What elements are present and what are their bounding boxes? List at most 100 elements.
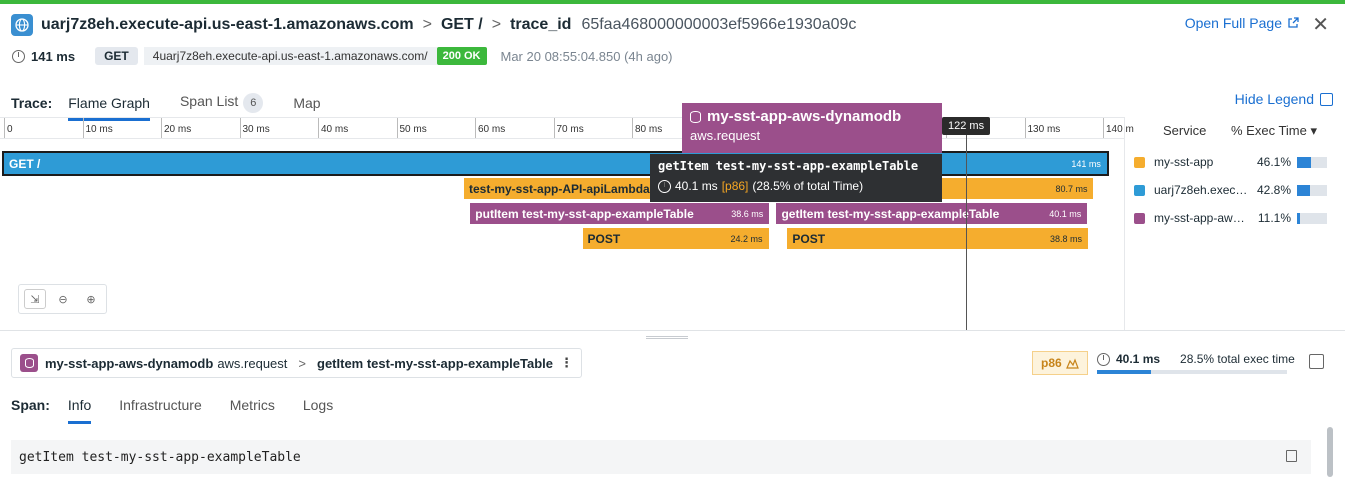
- clock-icon: [658, 179, 671, 193]
- external-link-icon: [1288, 17, 1299, 28]
- timeline-tick: 10 ms: [82, 118, 113, 138]
- span-tabs: Span: Info Infrastructure Metrics Logs: [11, 397, 361, 424]
- tooltip-share: (28.5% of total Time): [752, 179, 864, 193]
- timeline-tick: 130 ms: [1024, 118, 1060, 138]
- exec-time-bar: [1097, 370, 1287, 374]
- flame-span-label: GET /: [9, 156, 41, 171]
- chevron-right-icon: >: [422, 16, 432, 33]
- collapse-panel-icon[interactable]: [1309, 354, 1324, 369]
- legend-exec-pct: 46.1%: [1256, 155, 1291, 169]
- flame-span-duration: 24.2 ms: [726, 233, 763, 244]
- status-badge: 200 OK: [436, 47, 487, 65]
- legend-panel: Service % Exec Time ▾ my-sst-app 46.1% uar…: [1124, 117, 1345, 330]
- tab-map[interactable]: Map: [293, 90, 320, 116]
- clock-icon: [1097, 352, 1110, 366]
- chevron-right-icon: >: [491, 16, 502, 33]
- timeline-tick: 0: [4, 118, 13, 138]
- time-cursor-label: 122 ms: [942, 117, 991, 135]
- clock-icon: [12, 49, 25, 63]
- percentile-badge[interactable]: p86: [1032, 351, 1088, 375]
- flame-span[interactable]: getItem test-my-sst-app-exampleTable 40.1…: [776, 203, 1088, 224]
- legend-item[interactable]: uarj7z8eh.execute-api.us-east-1.amazonaw…: [1134, 180, 1340, 200]
- timeline-tick: 40 ms: [318, 118, 348, 138]
- detail-resource: getItem test-my-sst-app-exampleTable: [317, 355, 553, 371]
- legend-swatch: [1134, 156, 1145, 168]
- tooltip-service: my-sst-app-aws-dynamodb: [707, 108, 902, 125]
- copy-icon[interactable]: [1286, 450, 1297, 462]
- service-host[interactable]: uarj7z8eh.execute-api.us-east-1.amazonaw…: [41, 16, 414, 34]
- fit-view-button[interactable]: ⇲: [24, 289, 46, 309]
- exec-time-bar-fill: [1097, 370, 1152, 374]
- tooltip-percentile: [p86]: [721, 179, 749, 193]
- timeline-tick: 50 ms: [396, 118, 427, 138]
- tab-flame-graph[interactable]: Flame Graph: [68, 90, 150, 121]
- trace-tabs-label: Trace:: [11, 95, 53, 111]
- legend-exec-bar: [1297, 212, 1327, 224]
- more-options-icon[interactable]: ⋮: [560, 355, 573, 371]
- span-tooltip-header: my-sst-app-aws-dynamodb aws.request: [682, 103, 942, 153]
- close-button[interactable]: ✕: [1312, 12, 1329, 37]
- timeline-tick: 60 ms: [475, 118, 505, 138]
- exec-time-summary: 40.1 ms 28.5% total exec time: [1097, 352, 1295, 366]
- legend-service-header[interactable]: Service: [1163, 123, 1206, 138]
- open-full-page-label: Open Full Page: [1184, 15, 1282, 31]
- sort-desc-icon: ▾: [1310, 123, 1318, 138]
- flame-span[interactable]: POST 24.2 ms: [582, 228, 769, 249]
- timeline-tick: 20 ms: [161, 118, 191, 138]
- zoom-out-button[interactable]: ⊖: [52, 289, 74, 309]
- resource-name[interactable]: GET /: [441, 16, 483, 34]
- timestamp: Mar 20 08:55:04.850 (4h ago): [500, 48, 673, 64]
- legend-exec-bar-fill: [1297, 184, 1310, 196]
- span-tooltip-body: getItem test-my-sst-app-exampleTable 40.…: [650, 154, 942, 202]
- hide-legend-button[interactable]: Hide Legend: [1235, 91, 1333, 107]
- resize-handle[interactable]: [646, 336, 688, 339]
- percentile-label: p86: [1041, 356, 1062, 370]
- request-url: 4uarj7z8eh.execute-api.us-east-1.amazona…: [143, 47, 437, 65]
- detail-service[interactable]: my-sst-app-aws-dynamodb: [45, 356, 213, 371]
- legend-panel-icon: [1320, 92, 1333, 106]
- legend-exec-header[interactable]: % Exec Time ▾: [1231, 123, 1317, 139]
- trace-duration: 141 ms: [31, 48, 76, 64]
- legend-service-name: my-sst-app-aws-dynamodb: [1154, 211, 1249, 225]
- trace-id: 65faa468000000003ef5966e1930a09c: [581, 16, 857, 33]
- legend-exec-bar: [1297, 156, 1327, 168]
- trace-tabs: Trace: Flame Graph Span List 6 Map: [11, 88, 351, 121]
- legend-item[interactable]: my-sst-app 46.1%: [1134, 152, 1340, 172]
- breadcrumb: uarj7z8eh.execute-api.us-east-1.amazonaw…: [11, 12, 856, 38]
- top-accent-bar: [0, 0, 1345, 4]
- tab-logs[interactable]: Logs: [303, 397, 333, 413]
- flame-span-duration: 38.8 ms: [1045, 233, 1082, 244]
- distribution-icon: [1065, 357, 1079, 369]
- chevron-right-icon: >: [298, 355, 306, 371]
- flame-span[interactable]: putItem test-my-sst-app-exampleTable 38.6…: [470, 203, 770, 224]
- trace-id-label: trace_id: [510, 16, 572, 33]
- scrollbar-thumb[interactable]: [1327, 427, 1333, 477]
- legend-exec-pct: 11.1%: [1257, 211, 1291, 225]
- open-full-page-link[interactable]: Open Full Page: [1185, 15, 1299, 31]
- tab-metrics[interactable]: Metrics: [230, 397, 275, 413]
- zoom-in-button[interactable]: ⊕: [80, 289, 102, 309]
- legend-swatch: [1134, 184, 1145, 196]
- timeline-tick: 30 ms: [239, 118, 270, 138]
- legend-exec-pct: 42.8%: [1256, 183, 1291, 197]
- time-cursor-line: [966, 131, 967, 330]
- http-method-badge: GET: [95, 47, 138, 65]
- flame-span-duration: 40.1 ms: [1045, 208, 1082, 219]
- flame-span[interactable]: POST 38.8 ms: [787, 228, 1088, 249]
- panel-divider: [0, 330, 1345, 331]
- tab-span-list[interactable]: Span List 6: [179, 88, 264, 118]
- flame-span-duration: 80.7 ms: [1051, 183, 1088, 194]
- span-tabs-label: Span:: [11, 397, 50, 413]
- flame-span-duration: 141 ms: [1067, 158, 1101, 169]
- legend-item[interactable]: my-sst-app-aws-dynamodb 11.1%: [1134, 208, 1340, 228]
- tooltip-operation: aws.request: [690, 128, 761, 143]
- tab-info[interactable]: Info: [67, 397, 92, 424]
- globe-icon: [11, 14, 33, 36]
- legend-swatch: [1134, 212, 1145, 224]
- tab-span-list-label: Span List: [179, 93, 239, 109]
- legend-exec-label: % Exec Time: [1231, 123, 1307, 138]
- timeline-tick: 80 ms: [632, 118, 662, 138]
- span-count-badge: 6: [243, 93, 264, 113]
- tab-infrastructure[interactable]: Infrastructure: [119, 397, 201, 413]
- tooltip-resource: getItem test-my-sst-app-exampleTable: [658, 159, 919, 173]
